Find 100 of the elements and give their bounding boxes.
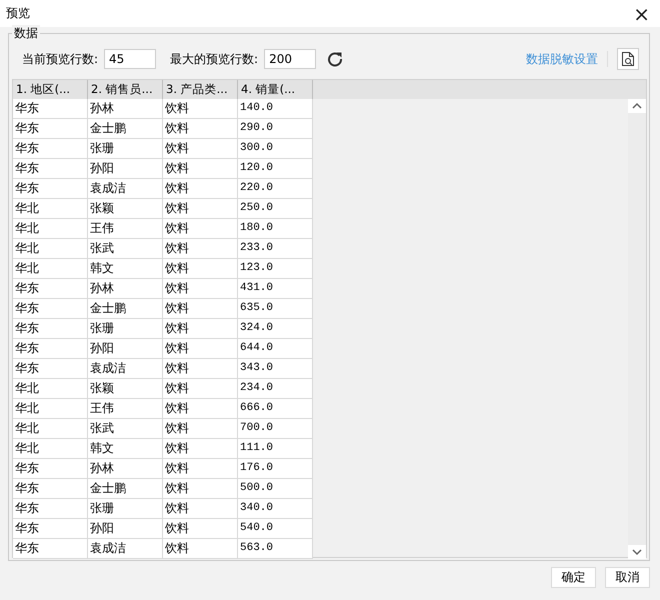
table-cell: 华东 xyxy=(13,359,88,379)
table-cell: 饮料 xyxy=(163,119,238,139)
window-title: 预览 xyxy=(6,5,30,22)
table-cell: 176.0 xyxy=(238,459,313,479)
refresh-icon[interactable] xyxy=(327,51,344,67)
table-cell: 华北 xyxy=(13,419,88,439)
table-cell: 饮料 xyxy=(163,179,238,199)
scroll-up-icon[interactable] xyxy=(628,99,646,113)
table-cell: 王伟 xyxy=(88,399,163,419)
table-cell: 韩文 xyxy=(88,259,163,279)
table-cell: 华北 xyxy=(13,439,88,459)
table-cell: 饮料 xyxy=(163,379,238,399)
table-cell: 饮料 xyxy=(163,499,238,519)
table-cell: 233.0 xyxy=(238,239,313,259)
table-cell: 290.0 xyxy=(238,119,313,139)
table-cell: 饮料 xyxy=(163,319,238,339)
table-cell: 饮料 xyxy=(163,539,238,559)
table-cell: 袁成洁 xyxy=(88,179,163,199)
table-cell: 华东 xyxy=(13,339,88,359)
table-cell: 饮料 xyxy=(163,279,238,299)
table-cell: 666.0 xyxy=(238,399,313,419)
table-cell: 华东 xyxy=(13,479,88,499)
table-cell: 华东 xyxy=(13,459,88,479)
table-cell: 华东 xyxy=(13,539,88,559)
table-cell: 饮料 xyxy=(163,439,238,459)
table-cell: 120.0 xyxy=(238,159,313,179)
close-button[interactable]: × xyxy=(629,4,654,24)
table-cell: 华东 xyxy=(13,499,88,519)
table-cell: 饮料 xyxy=(163,339,238,359)
table-cell: 华北 xyxy=(13,399,88,419)
table-cell: 华东 xyxy=(13,159,88,179)
table-cell: 孙林 xyxy=(88,99,163,119)
field-label: 当前预览行数: xyxy=(22,50,98,68)
preview-button[interactable] xyxy=(617,48,639,70)
table-cell: 华北 xyxy=(13,219,88,239)
table-cell: 金士鹏 xyxy=(88,119,163,139)
table-cell: 饮料 xyxy=(163,99,238,119)
table-cell: 华东 xyxy=(13,279,88,299)
table-cell: 饮料 xyxy=(163,219,238,239)
table-cell: 孙林 xyxy=(88,279,163,299)
table-cell: 饮料 xyxy=(163,359,238,379)
table-cell: 张颖 xyxy=(88,199,163,219)
table-cell: 635.0 xyxy=(238,299,313,319)
table-cell: 华东 xyxy=(13,119,88,139)
table-cell: 王伟 xyxy=(88,219,163,239)
table-cell: 孙阳 xyxy=(88,519,163,539)
table-cell: 张武 xyxy=(88,239,163,259)
table-cell: 140.0 xyxy=(238,99,313,119)
table-cell: 华北 xyxy=(13,259,88,279)
table-cell: 金士鹏 xyxy=(88,479,163,499)
table-cell: 644.0 xyxy=(238,339,313,359)
table-cell: 华东 xyxy=(13,519,88,539)
table-cell: 韩文 xyxy=(88,439,163,459)
table-cell: 340.0 xyxy=(238,499,313,519)
table-cell: 饮料 xyxy=(163,139,238,159)
table-cell: 300.0 xyxy=(238,139,313,159)
dialog-button[interactable]: 取消 xyxy=(605,567,650,588)
table-cell: 饮料 xyxy=(163,459,238,479)
table-cell: 饮料 xyxy=(163,259,238,279)
table-cell: 孙阳 xyxy=(88,339,163,359)
table-cell: 袁成洁 xyxy=(88,359,163,379)
table-cell: 袁成洁 xyxy=(88,539,163,559)
table-cell: 张颖 xyxy=(88,379,163,399)
table-cell: 563.0 xyxy=(238,539,313,559)
current-rows-field[interactable]: 45 xyxy=(104,49,156,69)
dialog-button[interactable]: 确定 xyxy=(551,567,596,588)
table-cell: 220.0 xyxy=(238,179,313,199)
table-cell: 华东 xyxy=(13,299,88,319)
table-cell: 饮料 xyxy=(163,159,238,179)
table-cell: 华东 xyxy=(13,139,88,159)
table-cell: 饮料 xyxy=(163,519,238,539)
table-cell: 张珊 xyxy=(88,319,163,339)
table-cell: 华北 xyxy=(13,379,88,399)
table-cell: 700.0 xyxy=(238,419,313,439)
table-cell: 孙阳 xyxy=(88,159,163,179)
table-cell: 431.0 xyxy=(238,279,313,299)
table-cell: 饮料 xyxy=(163,419,238,439)
table-cell: 金士鹏 xyxy=(88,299,163,319)
table-cell: 饮料 xyxy=(163,479,238,499)
table-cell: 324.0 xyxy=(238,319,313,339)
table-cell: 张珊 xyxy=(88,499,163,519)
table-cell: 饮料 xyxy=(163,299,238,319)
table-cell: 华东 xyxy=(13,319,88,339)
table-cell: 180.0 xyxy=(238,219,313,239)
table-cell: 华东 xyxy=(13,99,88,119)
table-cell: 孙林 xyxy=(88,459,163,479)
group-title: 数据 xyxy=(12,25,40,42)
document-search-icon xyxy=(621,51,635,67)
table-cell: 123.0 xyxy=(238,259,313,279)
table-cell: 111.0 xyxy=(238,439,313,459)
scroll-down-icon[interactable] xyxy=(628,545,646,559)
table-cell: 343.0 xyxy=(238,359,313,379)
table-cell: 张珊 xyxy=(88,139,163,159)
field-label: 最大的预览行数: xyxy=(170,50,258,68)
table-cell: 234.0 xyxy=(238,379,313,399)
table-cell: 华北 xyxy=(13,239,88,259)
table-cell: 饮料 xyxy=(163,239,238,259)
table-cell: 华东 xyxy=(13,179,88,199)
scrollbar[interactable] xyxy=(628,99,646,559)
max-rows-field[interactable]: 200 xyxy=(264,49,316,69)
